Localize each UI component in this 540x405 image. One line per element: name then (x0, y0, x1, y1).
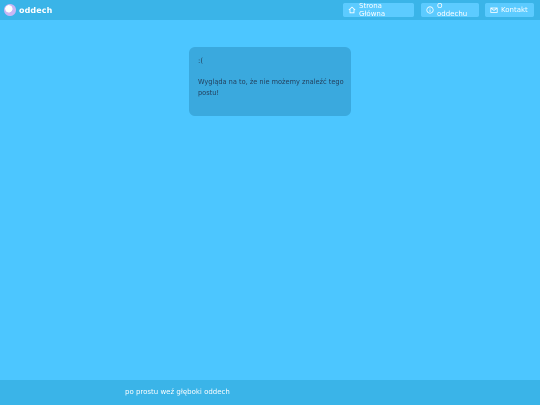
footer: po prostu weź głęboki oddech (0, 380, 540, 405)
mail-icon (490, 6, 498, 14)
nav-home-button[interactable]: Strona Główna (343, 2, 414, 18)
not-found-message: Wygląda na to, że nie możemy znaleźć teg… (198, 78, 344, 97)
brand-name: oddech (19, 5, 53, 15)
logo-icon (4, 4, 16, 16)
nav-about-label: O oddechu (437, 2, 468, 18)
info-icon (426, 6, 434, 14)
nav-about-button[interactable]: O oddechu (421, 2, 479, 18)
home-icon (348, 6, 356, 14)
footer-tagline: po prostu weź głęboki oddech (125, 388, 230, 396)
nav-home-label: Strona Główna (359, 2, 386, 18)
nav-contact-label: Kontakt (501, 6, 528, 14)
top-bar: oddech Strona Główna O oddechu Kontakt (0, 0, 540, 20)
nav-contact-button[interactable]: Kontakt (485, 3, 534, 17)
sad-face-text: :( (198, 57, 204, 65)
brand[interactable]: oddech (4, 3, 52, 17)
not-found-card: :( Wygląda na to, że nie możemy znaleźć … (189, 47, 351, 116)
